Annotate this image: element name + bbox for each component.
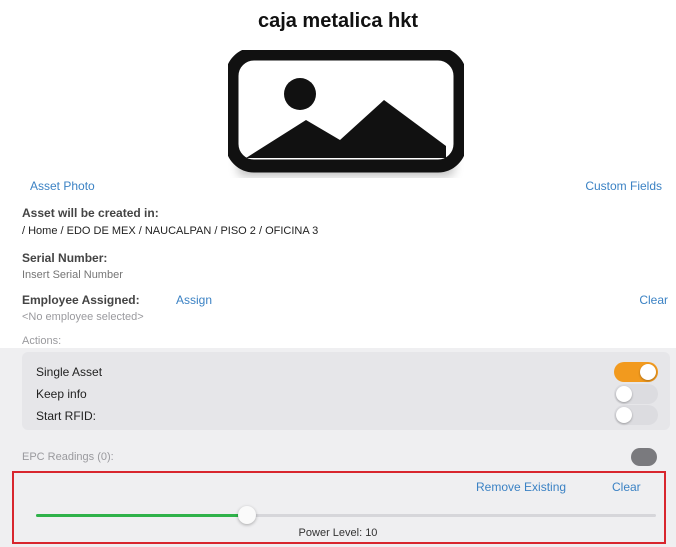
employee-assigned-label: Employee Assigned: — [22, 293, 140, 307]
single-asset-toggle[interactable] — [614, 362, 658, 382]
single-asset-label: Single Asset — [36, 365, 103, 379]
start-rfid-toggle[interactable] — [614, 405, 658, 425]
toggle-knob — [640, 364, 656, 380]
assign-employee-link[interactable]: Assign — [176, 293, 212, 307]
clear-power-button[interactable]: Clear — [612, 480, 641, 494]
employee-value: <No employee selected> — [22, 311, 144, 323]
remove-existing-button[interactable]: Remove Existing — [476, 480, 566, 494]
location-path: / Home / EDO DE MEX / NAUCALPAN / PISO 2… — [22, 225, 319, 237]
slider-thumb[interactable] — [237, 506, 256, 524]
start-rfid-label: Start RFID: — [36, 409, 97, 423]
actions-label: Actions: — [22, 335, 62, 347]
toggle-knob — [616, 407, 632, 423]
keep-info-label: Keep info — [36, 387, 87, 401]
clear-employee-link[interactable]: Clear — [639, 293, 668, 307]
power-level-label: Power Level: 10 — [298, 527, 378, 539]
serial-number-input[interactable] — [22, 268, 322, 282]
toggle-knob — [616, 386, 632, 402]
power-level-slider[interactable] — [36, 506, 656, 524]
slider-fill — [36, 514, 247, 517]
serial-number-label: Serial Number: — [22, 251, 108, 265]
actions-group — [22, 352, 670, 430]
page-title: caja metalica hkt — [257, 10, 419, 32]
custom-fields-link[interactable]: Custom Fields — [585, 179, 662, 193]
keep-info-toggle[interactable] — [614, 384, 658, 404]
epc-readings-label: EPC Readings (0): — [22, 451, 114, 463]
asset-photo-link[interactable]: Asset Photo — [30, 179, 95, 193]
location-label: Asset will be created in: — [22, 206, 159, 220]
epc-status-indicator — [631, 448, 657, 466]
image-placeholder-icon[interactable] — [225, 47, 467, 178]
